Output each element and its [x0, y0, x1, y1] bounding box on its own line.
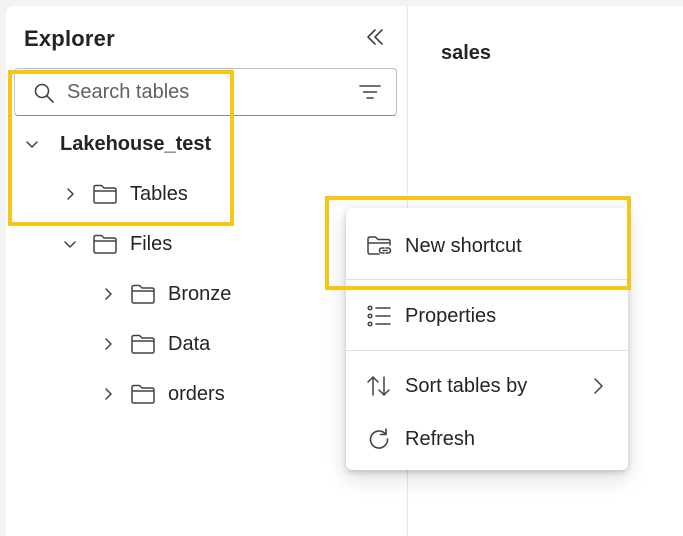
menu-item-label: Refresh [405, 427, 476, 450]
menu-divider [346, 279, 628, 280]
chevron-down-icon[interactable] [24, 136, 40, 152]
folder-icon [130, 383, 156, 405]
tree-item-label: orders [168, 382, 225, 405]
chevron-right-icon[interactable] [62, 186, 78, 202]
menu-item-label: New shortcut [405, 234, 522, 257]
context-menu: New shortcut Properties Sort tables by R… [346, 208, 628, 470]
tree-item-label: Bronze [168, 282, 232, 305]
double-chevron-left-icon [365, 27, 385, 52]
filter-icon[interactable] [359, 83, 381, 106]
page-title: sales [441, 42, 492, 64]
menu-item-refresh[interactable]: Refresh [346, 417, 628, 461]
chevron-right-icon[interactable] [100, 286, 116, 302]
menu-item-label: Properties [405, 304, 497, 327]
menu-item-label: Sort tables by [405, 374, 528, 397]
list-icon [366, 304, 392, 328]
menu-item-properties[interactable]: Properties [346, 294, 628, 338]
folder-icon [130, 333, 156, 355]
folder-icon [130, 283, 156, 305]
tree-item-files[interactable]: Files [62, 226, 172, 262]
chevron-right-icon[interactable] [100, 336, 116, 352]
tree-item-lakehouse[interactable]: Lakehouse_test [24, 126, 211, 162]
sort-arrows-icon [366, 374, 392, 398]
tree-item-label: Lakehouse_test [60, 132, 212, 155]
tree-item-label: Tables [130, 182, 188, 205]
tree-item-orders[interactable]: orders [100, 376, 225, 412]
menu-item-new-shortcut[interactable]: New shortcut [346, 224, 628, 268]
tree-item-label: Files [130, 232, 173, 255]
search-tables-input[interactable] [67, 79, 337, 105]
chevron-right-icon[interactable] [100, 386, 116, 402]
tree-item-data[interactable]: Data [100, 326, 210, 362]
chevron-down-icon[interactable] [62, 236, 78, 252]
tree-item-label: Data [168, 332, 211, 355]
refresh-icon [366, 427, 392, 451]
tree-item-tables[interactable]: Tables [62, 176, 188, 212]
menu-item-sort-tables-by[interactable]: Sort tables by [346, 364, 628, 408]
folder-icon [92, 233, 118, 255]
chevron-right-icon [590, 377, 606, 401]
search-icon [33, 82, 55, 109]
explorer-title: Explorer [24, 26, 115, 51]
collapse-explorer-button[interactable] [360, 24, 390, 54]
folder-link-icon [366, 234, 392, 258]
search-box [14, 68, 397, 116]
tree-item-bronze[interactable]: Bronze [100, 276, 231, 312]
menu-divider [346, 350, 628, 351]
folder-icon [92, 183, 118, 205]
